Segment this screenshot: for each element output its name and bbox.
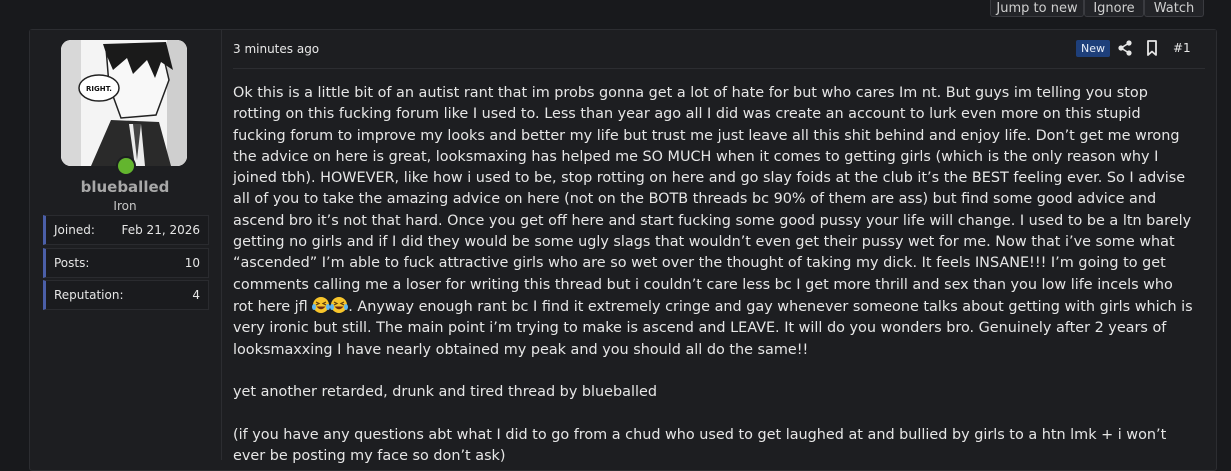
new-badge: New xyxy=(1076,40,1110,57)
bookmark-icon[interactable] xyxy=(1144,38,1160,58)
stat-posts: Posts: 10 xyxy=(43,248,209,278)
avatar-speech-text: RIGHT. xyxy=(86,85,112,93)
avatar[interactable]: RIGHT. xyxy=(61,40,187,166)
post-timestamp[interactable]: 3 minutes ago xyxy=(233,42,319,56)
paragraph-text: Ok this is a little bit of an autist ran… xyxy=(233,85,1192,315)
paragraph-text: . Anyway enough rant bc I find it extrem… xyxy=(233,298,1193,358)
header-divider xyxy=(233,68,1205,69)
stat-value[interactable]: 10 xyxy=(185,256,200,270)
user-panel: RIGHT. blueballed Iron Joined: Feb 21, 2… xyxy=(30,30,220,460)
stat-reputation: Reputation: 4 xyxy=(43,280,209,310)
post-paragraph: (if you have any questions abt what I di… xyxy=(233,426,1167,465)
post-content: 3 minutes ago New #1 Ok this is a little… xyxy=(221,30,1216,464)
stat-label: Joined: xyxy=(54,223,95,237)
post-body: Ok this is a little bit of an autist ran… xyxy=(233,83,1193,467)
post-paragraph: Ok this is a little bit of an autist ran… xyxy=(233,83,1193,361)
post-number-link[interactable]: #1 xyxy=(1173,41,1191,55)
watch-button[interactable]: Watch xyxy=(1144,0,1204,17)
stat-value: 4 xyxy=(192,288,200,302)
share-icon[interactable] xyxy=(1117,38,1133,58)
post-paragraph: yet another retarded, drunk and tired th… xyxy=(233,384,657,401)
username[interactable]: blueballed xyxy=(30,178,220,196)
stat-joined: Joined: Feb 21, 2026 xyxy=(43,215,209,245)
stat-label: Posts: xyxy=(54,256,90,270)
jump-to-new-button[interactable]: Jump to new xyxy=(990,0,1084,17)
top-toolbar: Jump to new Ignore Watch xyxy=(0,0,1231,30)
laughing-crying-emoji-icon xyxy=(312,296,349,313)
stat-label: Reputation: xyxy=(54,288,124,302)
ignore-button[interactable]: Ignore xyxy=(1084,0,1144,17)
avatar-image: RIGHT. xyxy=(61,40,187,166)
online-indicator xyxy=(116,156,136,176)
stat-value: Feb 21, 2026 xyxy=(121,223,201,237)
user-title: Iron xyxy=(113,199,137,213)
